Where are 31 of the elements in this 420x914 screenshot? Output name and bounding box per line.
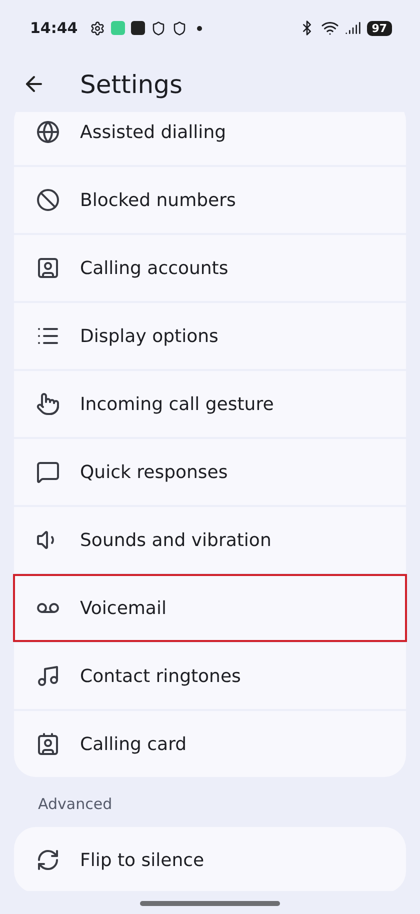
status-time: 14:44: [30, 19, 78, 37]
settings-item[interactable]: Display options: [14, 303, 406, 369]
settings-item[interactable]: Flip to silence: [14, 827, 406, 891]
settings-item[interactable]: Voicemail: [14, 575, 406, 641]
settings-item[interactable]: Quick responses: [14, 439, 406, 505]
battery-level: 97: [366, 20, 392, 36]
message-icon: [36, 460, 60, 484]
dot-icon: [196, 26, 202, 30]
app-icon: [110, 21, 125, 35]
shield-icon: [150, 20, 166, 36]
settings-item[interactable]: Incoming call gesture: [14, 371, 406, 437]
rotate-icon: [36, 848, 60, 872]
account-icon: [36, 256, 60, 280]
wifi-icon: [320, 19, 339, 37]
app-icon: [130, 21, 145, 35]
card-icon: [36, 732, 60, 756]
section-title: Advanced: [37, 794, 114, 815]
settings-item[interactable]: Calling card: [14, 711, 406, 777]
shield-icon: [172, 20, 187, 36]
globe-icon: [36, 120, 60, 144]
music-note-icon: [36, 664, 60, 688]
settings-item[interactable]: Sounds and vibration: [14, 507, 406, 573]
settings-item[interactable]: Calling accounts: [14, 235, 406, 301]
page-title: Settings: [80, 70, 183, 98]
settings-icon: [90, 20, 105, 36]
signal-icon: [344, 20, 361, 36]
settings-item[interactable]: Contact ringtones: [14, 643, 406, 709]
block-icon: [36, 188, 60, 212]
hand-icon: [36, 392, 60, 416]
settings-item[interactable]: Blocked numbers: [14, 167, 406, 233]
settings-item[interactable]: Assisted dialling: [14, 112, 406, 165]
